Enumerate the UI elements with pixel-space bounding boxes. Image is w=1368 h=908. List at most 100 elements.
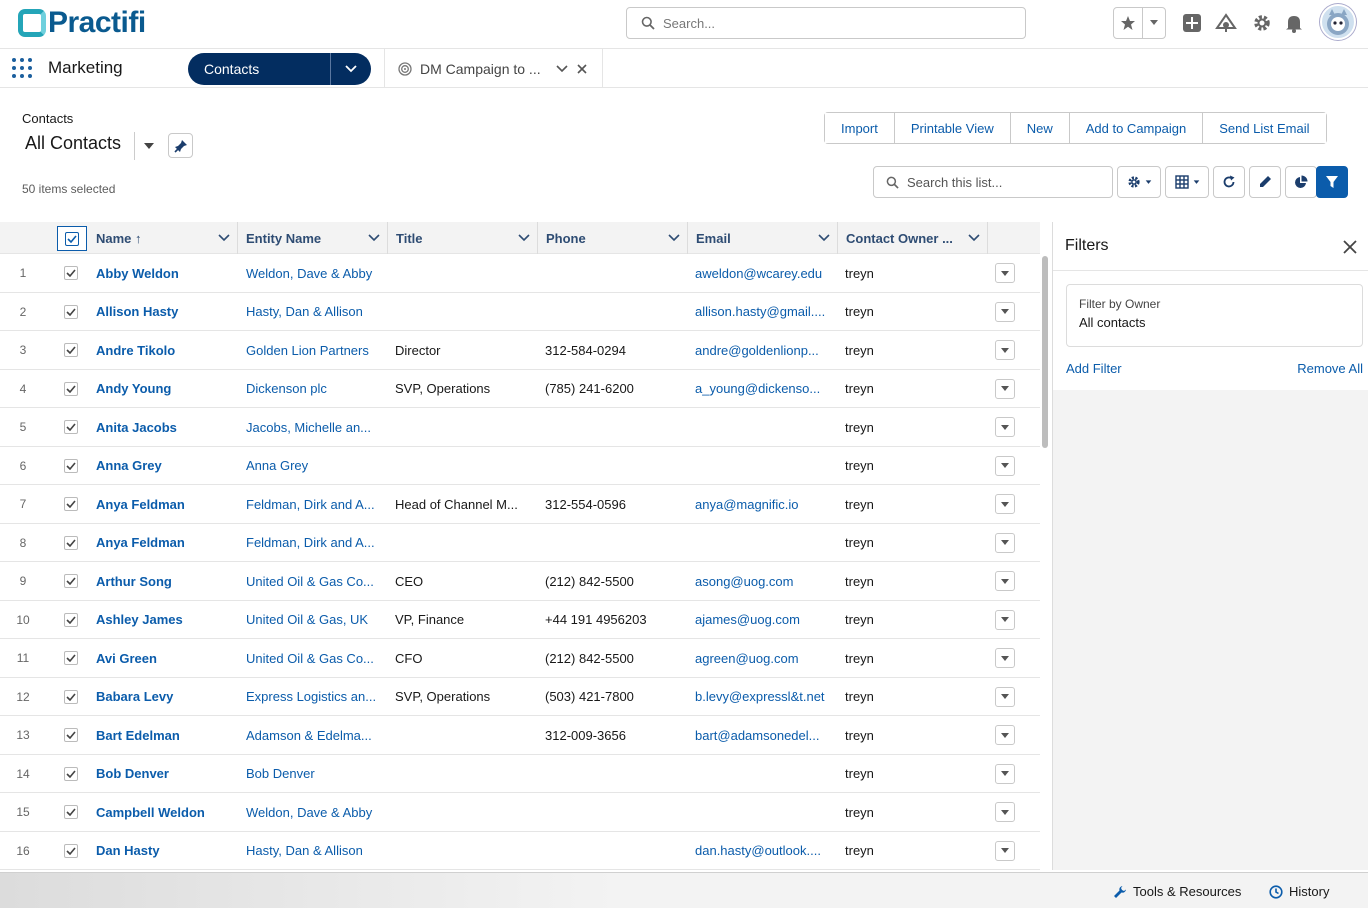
column-menu-email[interactable]: [811, 234, 837, 242]
contact-name-link[interactable]: Abby Weldon: [96, 254, 231, 292]
list-view-controls-button[interactable]: [1117, 166, 1161, 198]
entity-name-link[interactable]: Weldon, Dave & Abby: [246, 254, 382, 292]
import-button[interactable]: Import: [825, 113, 895, 143]
email-link[interactable]: allison.hasty@gmail....: [695, 293, 830, 331]
email-link[interactable]: aweldon@wcarey.edu: [695, 254, 830, 292]
refresh-button[interactable]: [1213, 166, 1245, 198]
table-row[interactable]: 3 Andre Tikolo Golden Lion Partners Directo…: [0, 331, 1040, 370]
column-header-entity-name[interactable]: Entity Name: [238, 222, 388, 254]
email-link[interactable]: bart@adamsonedel...: [695, 716, 830, 754]
waffle-icon[interactable]: [12, 58, 32, 78]
close-icon[interactable]: [577, 63, 587, 74]
row-checkbox[interactable]: [64, 485, 80, 523]
entity-name-link[interactable]: United Oil & Gas Co...: [246, 639, 382, 677]
email-link[interactable]: anya@magnific.io: [695, 485, 830, 523]
row-actions-button[interactable]: [995, 447, 1015, 485]
filter-by-owner[interactable]: Filter by Owner All contacts: [1066, 284, 1363, 347]
email-link[interactable]: [695, 793, 830, 831]
row-actions-button[interactable]: [995, 485, 1015, 523]
table-row[interactable]: 11 Avi Green United Oil & Gas Co... CFO (212…: [0, 639, 1040, 678]
entity-name-link[interactable]: Anna Grey: [246, 447, 382, 485]
contact-name-link[interactable]: Anya Feldman: [96, 524, 231, 562]
email-link[interactable]: ajames@uog.com: [695, 601, 830, 639]
table-row[interactable]: 1 Abby Weldon Weldon, Dave & Abby aweldon@w…: [0, 254, 1040, 293]
table-row[interactable]: 9 Arthur Song United Oil & Gas Co... CEO (21…: [0, 562, 1040, 601]
email-link[interactable]: [695, 755, 830, 793]
user-avatar[interactable]: [1320, 4, 1356, 40]
pin-list-view-button[interactable]: [168, 133, 193, 158]
entity-name-link[interactable]: Feldman, Dirk and A...: [246, 485, 382, 523]
contact-name-link[interactable]: Dan Hasty: [96, 832, 231, 870]
table-row[interactable]: 12 Babara Levy Express Logistics an... SVP,…: [0, 678, 1040, 716]
row-checkbox[interactable]: [64, 408, 80, 446]
add-to-campaign-button[interactable]: Add to Campaign: [1069, 113, 1204, 143]
column-header-contact-owner[interactable]: Contact Owner ...: [838, 222, 988, 254]
entity-name-link[interactable]: Hasty, Dan & Allison: [246, 832, 382, 870]
trailhead-button[interactable]: [1215, 12, 1237, 34]
row-checkbox[interactable]: [64, 716, 80, 754]
row-actions-button[interactable]: [995, 716, 1015, 754]
close-icon[interactable]: [1341, 238, 1359, 256]
row-checkbox[interactable]: [64, 524, 80, 562]
contact-name-link[interactable]: Andy Young: [96, 370, 231, 408]
entity-name-link[interactable]: Adamson & Edelma...: [246, 716, 382, 754]
email-link[interactable]: [695, 447, 830, 485]
row-checkbox[interactable]: [64, 793, 80, 831]
list-view-picker[interactable]: [134, 132, 162, 160]
email-link[interactable]: [695, 524, 830, 562]
contact-name-link[interactable]: Bart Edelman: [96, 716, 231, 754]
row-actions-button[interactable]: [995, 755, 1015, 793]
column-header-email[interactable]: Email: [688, 222, 838, 254]
table-row[interactable]: 2 Allison Hasty Hasty, Dan & Allison alliso…: [0, 293, 1040, 331]
row-actions-button[interactable]: [995, 254, 1015, 292]
column-menu-entity-name[interactable]: [361, 234, 387, 242]
global-search[interactable]: [626, 7, 1026, 39]
favorites-list-button[interactable]: [1143, 8, 1165, 38]
row-actions-button[interactable]: [995, 331, 1015, 369]
select-all-checkbox[interactable]: [57, 226, 87, 251]
remove-all-link[interactable]: Remove All: [1297, 361, 1363, 376]
list-search[interactable]: [873, 166, 1113, 198]
table-row[interactable]: 8 Anya Feldman Feldman, Dirk and A... treyn: [0, 524, 1040, 562]
global-actions-button[interactable]: [1181, 12, 1203, 34]
row-checkbox[interactable]: [64, 254, 80, 292]
column-menu-title[interactable]: [511, 234, 537, 242]
table-row[interactable]: 15 Campbell Weldon Weldon, Dave & Abby trey…: [0, 793, 1040, 832]
entity-name-link[interactable]: Weldon, Dave & Abby: [246, 793, 382, 831]
contact-name-link[interactable]: Andre Tikolo: [96, 331, 231, 369]
history-button[interactable]: History: [1269, 884, 1329, 899]
column-header-name[interactable]: Name ↑: [88, 222, 238, 254]
row-checkbox[interactable]: [64, 293, 80, 331]
entity-name-link[interactable]: Golden Lion Partners: [246, 331, 382, 369]
table-row[interactable]: 6 Anna Grey Anna Grey treyn: [0, 447, 1040, 485]
row-actions-button[interactable]: [995, 601, 1015, 639]
table-scrollbar[interactable]: [1042, 256, 1048, 448]
column-menu-name[interactable]: [211, 234, 237, 242]
table-row[interactable]: 4 Andy Young Dickenson plc SVP, Operations (…: [0, 370, 1040, 408]
tab-contacts[interactable]: Contacts: [188, 53, 371, 85]
email-link[interactable]: b.levy@expressl&t.net: [695, 678, 830, 716]
contact-name-link[interactable]: Anya Feldman: [96, 485, 231, 523]
contact-name-link[interactable]: Campbell Weldon: [96, 793, 231, 831]
table-row[interactable]: 7 Anya Feldman Feldman, Dirk and A... Head …: [0, 485, 1040, 524]
row-actions-button[interactable]: [995, 524, 1015, 562]
send-list-email-button[interactable]: Send List Email: [1203, 113, 1326, 143]
row-actions-button[interactable]: [995, 793, 1015, 831]
global-search-input[interactable]: [663, 15, 1003, 31]
new-button[interactable]: New: [1010, 113, 1070, 143]
contact-name-link[interactable]: Anna Grey: [96, 447, 231, 485]
entity-name-link[interactable]: Bob Denver: [246, 755, 382, 793]
contact-name-link[interactable]: Babara Levy: [96, 678, 231, 716]
contact-name-link[interactable]: Ashley James: [96, 601, 231, 639]
chevron-down-icon[interactable]: [556, 64, 568, 73]
tab-dm-campaign[interactable]: DM Campaign to ...: [384, 49, 603, 88]
row-checkbox[interactable]: [64, 755, 80, 793]
app-logo[interactable]: Practifi: [18, 6, 146, 40]
row-checkbox[interactable]: [64, 331, 80, 369]
setup-button[interactable]: [1251, 12, 1273, 34]
table-row[interactable]: 16 Dan Hasty Hasty, Dan & Allison dan.hasty…: [0, 832, 1040, 870]
row-actions-button[interactable]: [995, 639, 1015, 677]
row-checkbox[interactable]: [64, 832, 80, 870]
row-checkbox[interactable]: [64, 562, 80, 600]
list-search-input[interactable]: [907, 174, 1107, 190]
